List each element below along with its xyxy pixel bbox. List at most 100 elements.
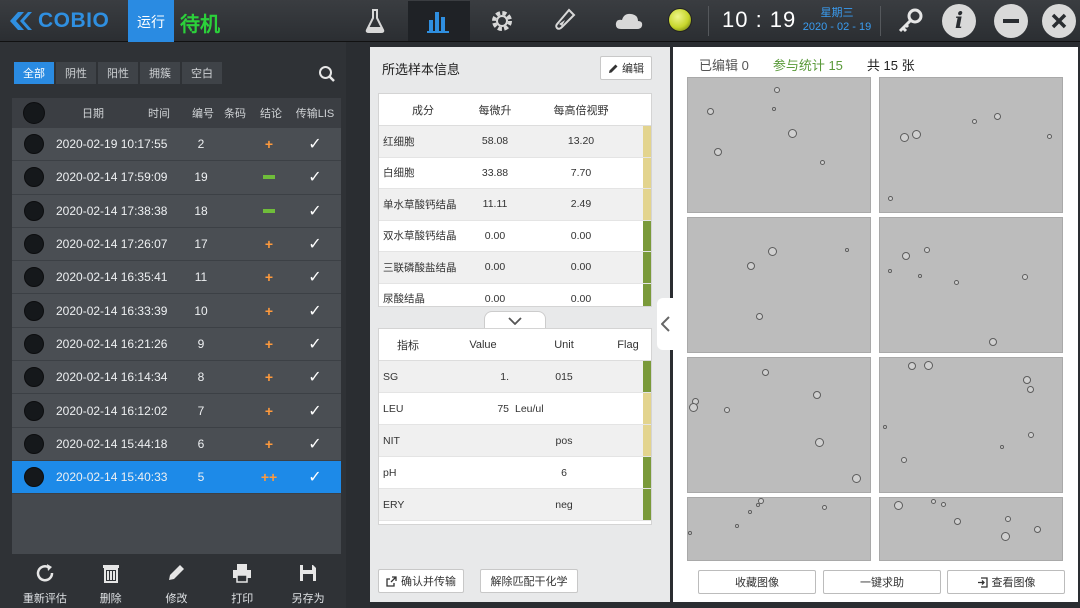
select-icon[interactable]: [24, 134, 44, 155]
modify-button[interactable]: 修改: [144, 558, 210, 608]
info-button[interactable]: i: [942, 4, 976, 38]
select-icon[interactable]: [24, 333, 44, 354]
per-hpf-value: 0.00: [570, 229, 592, 242]
row-result: +: [248, 403, 290, 419]
table-row[interactable]: 三联磷酸盐结晶 0.00 0.00: [379, 252, 651, 284]
table-row[interactable]: 红细胞 58.08 13.20: [379, 126, 651, 158]
table-row[interactable]: pH 6: [379, 457, 651, 489]
microscope-image[interactable]: [879, 217, 1063, 353]
select-icon[interactable]: [24, 367, 44, 388]
select-icon[interactable]: [24, 300, 44, 321]
microscope-image[interactable]: [687, 217, 871, 353]
col-barcode[interactable]: 条码: [218, 105, 252, 121]
select-icon[interactable]: [24, 234, 44, 255]
save-as-button[interactable]: 另存为: [275, 558, 341, 608]
filter-tab[interactable]: 全部: [14, 62, 54, 84]
one-click-help-button[interactable]: 一键求助: [823, 570, 941, 594]
table-row[interactable]: 2020-02-14 15:44:18 6 + ✓: [12, 427, 341, 461]
positive-icon: +: [264, 136, 274, 153]
filter-tab[interactable]: 阴性: [56, 62, 96, 84]
table-row[interactable]: 2020-02-14 16:14:34 8 + ✓: [12, 361, 341, 395]
select-icon[interactable]: [24, 400, 44, 421]
minimize-button[interactable]: [994, 4, 1028, 38]
cloud-icon[interactable]: [598, 1, 660, 41]
flask-icon[interactable]: [344, 1, 406, 41]
key-icon[interactable]: [880, 1, 940, 41]
table-row[interactable]: LEU 75 Leu/ul: [379, 393, 651, 425]
row-number: 6: [197, 436, 205, 451]
lis-check-icon: ✓: [308, 136, 322, 154]
table-row[interactable]: 2020-02-14 16:33:39 10 + ✓: [12, 294, 341, 328]
row-number: 17: [194, 237, 208, 252]
print-button[interactable]: 打印: [209, 558, 275, 608]
bar-chart-icon[interactable]: [408, 1, 470, 41]
view-image-button[interactable]: 查看图像: [947, 570, 1065, 594]
table-row[interactable]: 2020-02-14 16:21:26 9 + ✓: [12, 327, 341, 362]
table-row[interactable]: NIT pos: [379, 425, 651, 457]
select-icon[interactable]: [24, 267, 44, 288]
table-row[interactable]: 2020-02-14 17:38:38 18 ✓: [12, 194, 341, 228]
indicator-unit: pos: [555, 434, 573, 447]
positive-icon: +: [264, 369, 274, 386]
sample-list-header: 日期 时间 编号 条码 结论 传输LIS: [12, 98, 341, 128]
row-result: +: [248, 336, 290, 352]
table-row[interactable]: ERY neg: [379, 489, 651, 521]
confirm-transmit-button[interactable]: 确认并传输: [378, 569, 464, 593]
gear-icon[interactable]: [471, 1, 533, 41]
microscope-image[interactable]: [879, 357, 1063, 493]
microscope-image[interactable]: [879, 497, 1063, 561]
per-ul-value: 0.00: [484, 229, 506, 242]
filter-tab[interactable]: 阳性: [98, 62, 138, 84]
microscope-image[interactable]: [879, 77, 1063, 213]
table-row[interactable]: 2020-02-14 16:12:02 7 + ✓: [12, 394, 341, 428]
unmatch-chemistry-button[interactable]: 解除匹配干化学: [480, 569, 578, 593]
row-number: 7: [197, 403, 205, 418]
reevaluate-button[interactable]: 重新评估: [12, 558, 78, 608]
col-number[interactable]: 编号: [188, 105, 218, 121]
col-result[interactable]: 结论: [252, 105, 290, 121]
table-row[interactable]: 尿酸结晶 0.00 0.00: [379, 283, 651, 306]
table-row[interactable]: 双水草酸钙结晶 0.00 0.00: [379, 220, 651, 252]
table-row[interactable]: 2020-02-14 17:59:09 19 ✓: [12, 161, 341, 195]
edit-button[interactable]: 编辑: [600, 56, 652, 80]
table-row[interactable]: 2020-02-14 16:35:41 11 + ✓: [12, 261, 341, 295]
select-all-icon[interactable]: [23, 102, 45, 124]
select-icon[interactable]: [24, 467, 44, 488]
row-result: +: [248, 436, 290, 452]
row-result: +: [248, 236, 290, 252]
table-row[interactable]: SG 1. 015: [379, 361, 651, 393]
col-lis[interactable]: 传输LIS: [290, 105, 340, 121]
expand-toggle[interactable]: [484, 311, 546, 329]
table-row[interactable]: 2020-02-14 15:40:33 5 ++ ✓: [12, 460, 341, 495]
edited-count: 已编辑 0: [699, 58, 749, 73]
close-button[interactable]: [1042, 4, 1076, 38]
collapse-panel-button[interactable]: [657, 298, 673, 350]
test-tube-icon[interactable]: [534, 1, 596, 41]
filter-tab[interactable]: 空白: [182, 62, 222, 84]
indicator-value: 75: [497, 402, 509, 415]
microscope-image[interactable]: [687, 497, 871, 561]
table-row[interactable]: 2020-02-19 10:17:55 2 + ✓: [12, 128, 341, 162]
delete-button[interactable]: 删除: [78, 558, 144, 608]
col-date[interactable]: 日期: [56, 105, 130, 121]
select-icon[interactable]: [24, 200, 44, 221]
table-row[interactable]: 白细胞 33.88 7.70: [379, 157, 651, 189]
favorite-image-button[interactable]: 收藏图像: [698, 570, 816, 594]
weekday: 星期三: [820, 7, 854, 19]
brand-mark-icon: [10, 12, 32, 30]
microscope-image[interactable]: [687, 77, 871, 213]
refresh-icon: [36, 564, 54, 582]
printer-icon: [233, 564, 252, 583]
table-row[interactable]: 2020-02-14 17:26:07 17 + ✓: [12, 227, 341, 262]
lis-check-icon: ✓: [308, 402, 322, 420]
select-icon[interactable]: [24, 167, 44, 188]
table-row[interactable]: 单水草酸钙结晶 11.11 2.49: [379, 189, 651, 221]
lis-check-icon: ✓: [308, 202, 322, 220]
search-icon[interactable]: [314, 62, 340, 86]
row-datetime: 2020-02-14 16:14:34: [56, 370, 168, 385]
positive-icon: +: [264, 236, 274, 253]
microscope-image[interactable]: [687, 357, 871, 493]
col-time[interactable]: 时间: [130, 105, 188, 121]
filter-tab[interactable]: 拥簇: [140, 62, 180, 84]
select-icon[interactable]: [24, 433, 44, 454]
